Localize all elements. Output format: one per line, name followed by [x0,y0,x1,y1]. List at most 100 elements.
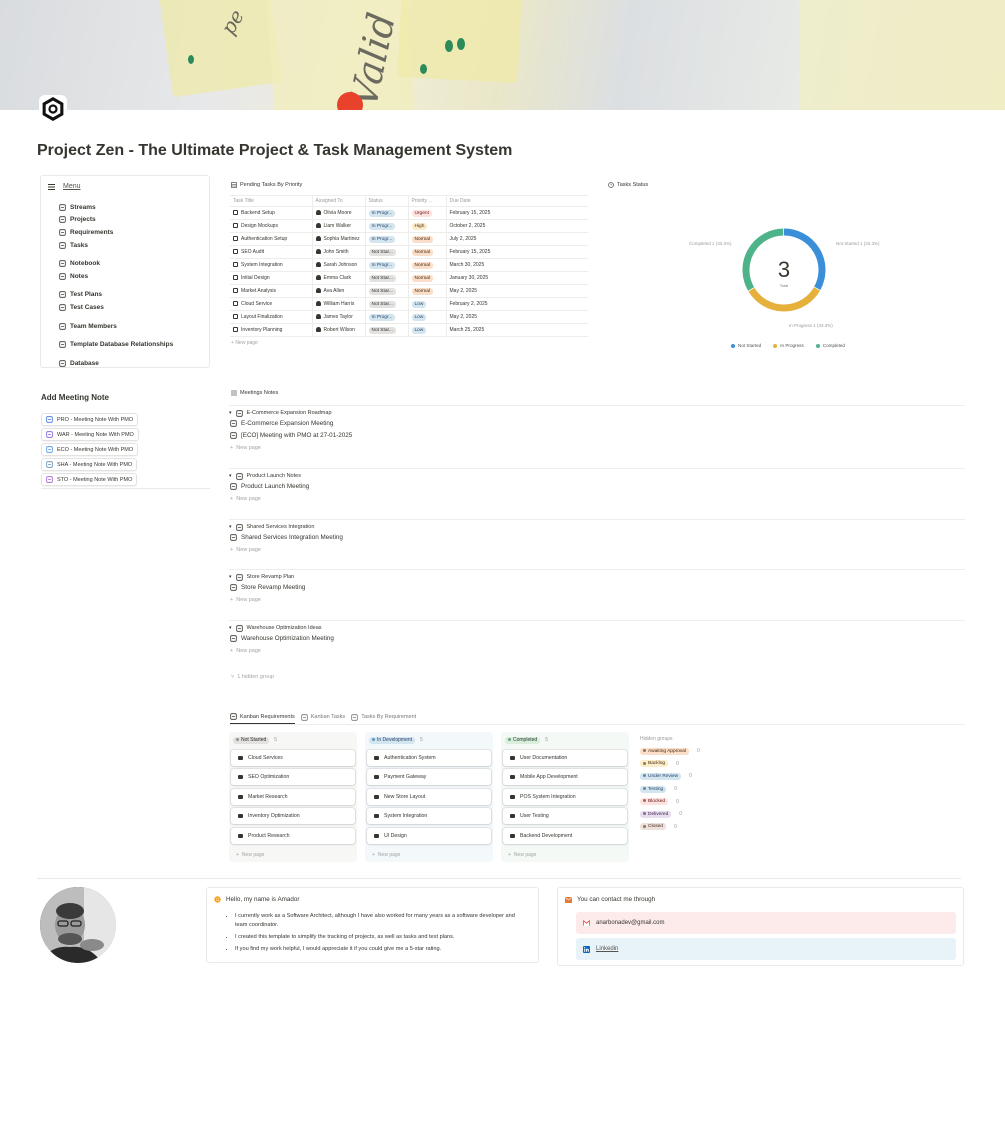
kanban-column-header[interactable]: In Development 5 [367,734,491,746]
table-row[interactable]: Inventory Planning Robert Wilson Not Star.… [230,323,588,337]
collapse-toggle-icon[interactable]: ▾ [229,410,232,416]
table-row[interactable]: Cloud Service William Harris Not Star... Lo… [230,297,588,311]
kanban-card[interactable]: User Documentation [503,749,627,766]
meeting-note-item[interactable]: Warehouse Optimization Meeting [229,632,965,645]
meeting-group-new-page[interactable]: + New page [229,645,965,657]
menu-item-team-members[interactable]: Team Members [59,320,173,333]
table-row[interactable]: Layout Finalization James Taylor In Progr.… [230,310,588,324]
kanban-card[interactable]: Cloud Services [231,749,355,766]
assignee-cell[interactable]: William Harris [311,297,365,311]
table-new-page[interactable]: + New page [231,340,258,346]
priority-cell[interactable]: Normal [407,232,446,246]
task-title-cell[interactable]: System Integration [230,258,312,272]
kanban-card[interactable]: UI Design [367,827,491,844]
menu-item-database[interactable]: Database [59,357,173,370]
table-row[interactable]: Backend Setup Olivia Moore In Progr... Urge… [230,206,588,220]
table-row[interactable]: Initial Design Emma Clark Not Star... Norma… [230,271,588,285]
task-title-cell[interactable]: SEO Audit [230,245,312,259]
meeting-notes-view-title[interactable]: Meetings Notes [231,390,278,396]
hidden-group-toggle[interactable]: ˅ 1 hidden group [230,671,274,683]
kanban-card[interactable]: System Integration [367,808,491,825]
table-row[interactable]: Authentication Setup Sophia Martinez In Pr… [230,232,588,246]
task-title-cell[interactable]: Inventory Planning [230,323,312,337]
kanban-new-page[interactable]: + New page [231,848,355,862]
legend-item[interactable]: Completed [815,343,845,348]
kanban-card[interactable]: User Testing [503,808,627,825]
meeting-note-item[interactable]: Product Launch Meeting [229,480,965,493]
menu-item-test-cases[interactable]: Test Cases [59,301,173,314]
meeting-group-header[interactable]: ▾ Warehouse Optimization Ideas [229,620,965,632]
meeting-note-item[interactable]: [ECO] Meeting with PMO at 27-01-2025 [229,430,965,443]
kanban-card[interactable]: Inventory Optimization [231,808,355,825]
hidden-group-item[interactable]: Testing 0 [640,783,700,796]
menu-item-notebook[interactable]: Notebook [59,257,173,270]
legend-item[interactable]: In Progress [773,343,804,348]
status-cell[interactable]: Not Star... [364,245,408,259]
linkedin-link[interactable]: Linkedin [576,938,956,960]
meeting-group-header[interactable]: ▾ Store Revamp Plan [229,569,965,581]
meeting-group-header[interactable]: ▾ Product Launch Notes [229,468,965,480]
status-cell[interactable]: Not Star... [364,297,408,311]
column-header[interactable]: Task Title [230,195,312,207]
menu-item-requirements[interactable]: Requirements [59,226,173,239]
meeting-note-item[interactable]: Shared Services Integration Meeting [229,531,965,544]
hidden-group-item[interactable]: Closed 0 [640,821,700,834]
tab-kanban-tasks[interactable]: Kanban Tasks [301,713,345,724]
priority-cell[interactable]: Low [407,297,446,311]
assignee-cell[interactable]: Liam Walker [311,219,365,233]
status-cell[interactable]: In Progr... [364,206,408,220]
menu-item-tasks[interactable]: Tasks [59,239,173,252]
priority-cell[interactable]: Normal [407,284,446,298]
assignee-cell[interactable]: Olivia Moore [311,206,365,220]
collapse-toggle-icon[interactable]: ▾ [229,524,232,530]
menu-item-template-database-relationships[interactable]: Template Database Relationships [59,338,173,351]
status-cell[interactable]: Not Star... [364,271,408,285]
table-row[interactable]: SEO Audit John Smith Not Star... Normal Febr… [230,245,588,259]
task-title-cell[interactable]: Layout Finalization [230,310,312,324]
priority-cell[interactable]: Normal [407,245,446,259]
task-title-cell[interactable]: Backend Setup [230,206,312,220]
assignee-cell[interactable]: James Taylor [311,310,365,324]
status-cell[interactable]: In Progr... [364,258,408,272]
kanban-card[interactable]: Market Research [231,788,355,805]
status-cell[interactable]: In Progr... [364,232,408,246]
column-header[interactable]: Status [364,195,408,207]
assignee-cell[interactable]: Sarah Johnson [311,258,365,272]
hidden-group-item[interactable]: Under Review 0 [640,770,700,783]
tasks-status-view-title[interactable]: Tasks Status [608,182,648,188]
status-cell[interactable]: Not Star... [364,284,408,298]
status-cell[interactable]: In Progr... [364,310,408,324]
column-header[interactable]: Priority ... [407,195,446,207]
kanban-new-page[interactable]: + New page [367,848,491,862]
meeting-group-new-page[interactable]: + New page [229,442,965,454]
kanban-card[interactable]: Authentication System [367,749,491,766]
kanban-card[interactable]: Payment Gateway [367,769,491,786]
collapse-toggle-icon[interactable]: ▾ [229,625,232,631]
table-row[interactable]: System Integration Sarah Johnson In Progr.… [230,258,588,272]
task-title-cell[interactable]: Initial Design [230,271,312,285]
menu-item-test-plans[interactable]: Test Plans [59,289,173,302]
meeting-group-header[interactable]: ▾ E-Commerce Expansion Roadmap [229,405,965,417]
assignee-cell[interactable]: Emma Clark [311,271,365,285]
priority-cell[interactable]: Low [407,310,446,324]
task-title-cell[interactable]: Cloud Service [230,297,312,311]
due-date-cell[interactable]: January 30, 2025 [445,271,588,285]
due-date-cell[interactable]: February 15, 2025 [445,206,588,220]
assignee-cell[interactable]: Sophia Martinez [311,232,365,246]
task-title-cell[interactable]: Design Mockups [230,219,312,233]
priority-cell[interactable]: Urgent [407,206,446,220]
hidden-group-item[interactable]: Awaiting Approval 0 [640,745,700,758]
hidden-group-item[interactable]: Backlog 0 [640,758,700,771]
pending-tasks-view-title[interactable]: Pending Tasks By Priority [231,182,302,188]
menu-item-streams[interactable]: Streams [59,201,173,214]
table-row[interactable]: Design Mockups Liam Walker In Progr... High… [230,219,588,233]
assignee-cell[interactable]: Robert Wilson [311,323,365,337]
priority-cell[interactable]: Normal [407,271,446,285]
email-link[interactable]: anarbonadev@gmail.com [576,912,956,934]
meeting-group-new-page[interactable]: + New page [229,544,965,556]
kanban-card[interactable]: Mobile App Development [503,769,627,786]
kanban-card[interactable]: Product Research [231,827,355,844]
meeting-group-new-page[interactable]: + New page [229,594,965,606]
due-date-cell[interactable]: May 2, 2025 [445,284,588,298]
hidden-group-item[interactable]: Blocked 0 [640,795,700,808]
